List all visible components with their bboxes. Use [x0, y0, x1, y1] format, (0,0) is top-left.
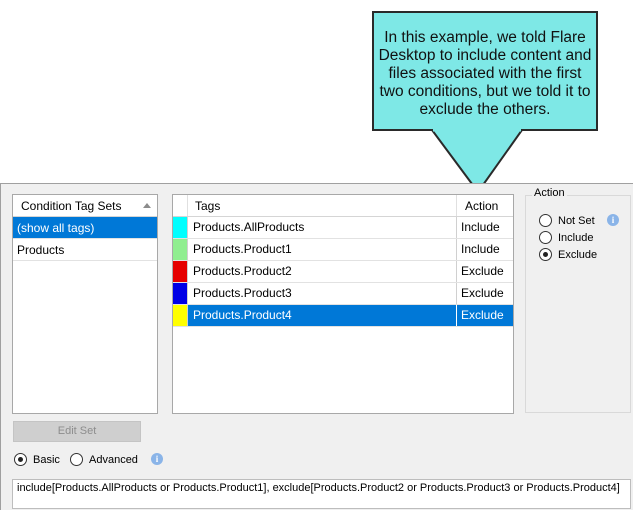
radio-label: Advanced	[89, 453, 138, 466]
tag-color-swatch	[173, 217, 188, 238]
tags-list[interactable]: Tags Action Products.AllProducts Include…	[172, 194, 514, 414]
radio-label: Basic	[33, 453, 60, 466]
condition-tag-sets-header-label: Condition Tag Sets	[21, 199, 122, 213]
tag-action[interactable]: Exclude	[457, 283, 513, 304]
tag-name: Products.Product3	[188, 283, 457, 304]
tag-row[interactable]: Products.AllProducts Include	[173, 217, 513, 239]
callout-text: In this example, we told Flare Desktop t…	[378, 29, 592, 118]
tag-name: Products.Product2	[188, 261, 457, 282]
tag-color-swatch	[173, 305, 188, 326]
tags-column-header[interactable]: Tags	[188, 195, 457, 216]
radio-circle-checked[interactable]	[14, 453, 27, 466]
tag-color-swatch	[173, 261, 188, 282]
info-icon[interactable]: i	[151, 453, 163, 465]
tag-action[interactable]: Include	[457, 239, 513, 260]
condition-expression[interactable]: include[Products.AllProducts or Products…	[12, 479, 631, 509]
tags-column-header-label: Tags	[195, 199, 221, 213]
tag-action[interactable]: Exclude	[457, 261, 513, 282]
mode-radio-advanced[interactable]: Advanced	[70, 453, 138, 466]
tag-name: Products.AllProducts	[188, 217, 457, 238]
action-column-header[interactable]: Action	[457, 195, 513, 216]
tag-row[interactable]: Products.Product4 Exclude	[173, 305, 513, 327]
radio-label: Exclude	[558, 248, 598, 261]
tag-set-item-show-all[interactable]: (show all tags)	[13, 217, 157, 239]
info-icon[interactable]: i	[607, 214, 619, 226]
radio-label: Not Set	[558, 214, 595, 227]
radio-circle[interactable]	[539, 214, 552, 227]
radio-circle-checked[interactable]	[539, 248, 552, 261]
radio-circle[interactable]	[70, 453, 83, 466]
tag-action[interactable]: Include	[457, 217, 513, 238]
color-column-header[interactable]	[173, 195, 188, 216]
tag-row[interactable]: Products.Product2 Exclude	[173, 261, 513, 283]
tag-row[interactable]: Products.Product1 Include	[173, 239, 513, 261]
sort-up-icon	[143, 203, 151, 208]
radio-label: Include	[558, 231, 594, 244]
tag-action[interactable]: Exclude	[457, 305, 513, 326]
action-radio-exclude[interactable]: Exclude	[539, 248, 597, 261]
radio-circle[interactable]	[539, 231, 552, 244]
tag-color-swatch	[173, 283, 188, 304]
tag-name: Products.Product1	[188, 239, 457, 260]
mode-radio-basic[interactable]: Basic	[14, 453, 60, 466]
tag-set-item-products[interactable]: Products	[13, 239, 157, 261]
action-group-legend: Action	[532, 187, 567, 199]
tag-color-swatch	[173, 239, 188, 260]
tag-name: Products.Product4	[188, 305, 457, 326]
callout-box: In this example, we told Flare Desktop t…	[372, 11, 598, 131]
tag-set-item-label: (show all tags)	[17, 221, 95, 235]
action-column-header-label: Action	[465, 199, 499, 213]
action-group	[525, 195, 631, 413]
action-radio-include[interactable]: Include	[539, 231, 593, 244]
condition-tag-sets-list[interactable]: Condition Tag Sets (show all tags) Produ…	[12, 194, 158, 414]
condition-tag-sets-header[interactable]: Condition Tag Sets	[13, 195, 157, 217]
tag-row[interactable]: Products.Product3 Exclude	[173, 283, 513, 305]
tags-header: Tags Action	[173, 195, 513, 217]
edit-set-button[interactable]: Edit Set	[13, 421, 141, 442]
action-radio-not-set[interactable]: Not Set	[539, 214, 595, 227]
condition-expression-text: include[Products.AllProducts or Products…	[17, 482, 620, 494]
condition-panel: Condition Tag Sets (show all tags) Produ…	[0, 183, 633, 510]
tag-set-item-label: Products	[17, 243, 65, 257]
